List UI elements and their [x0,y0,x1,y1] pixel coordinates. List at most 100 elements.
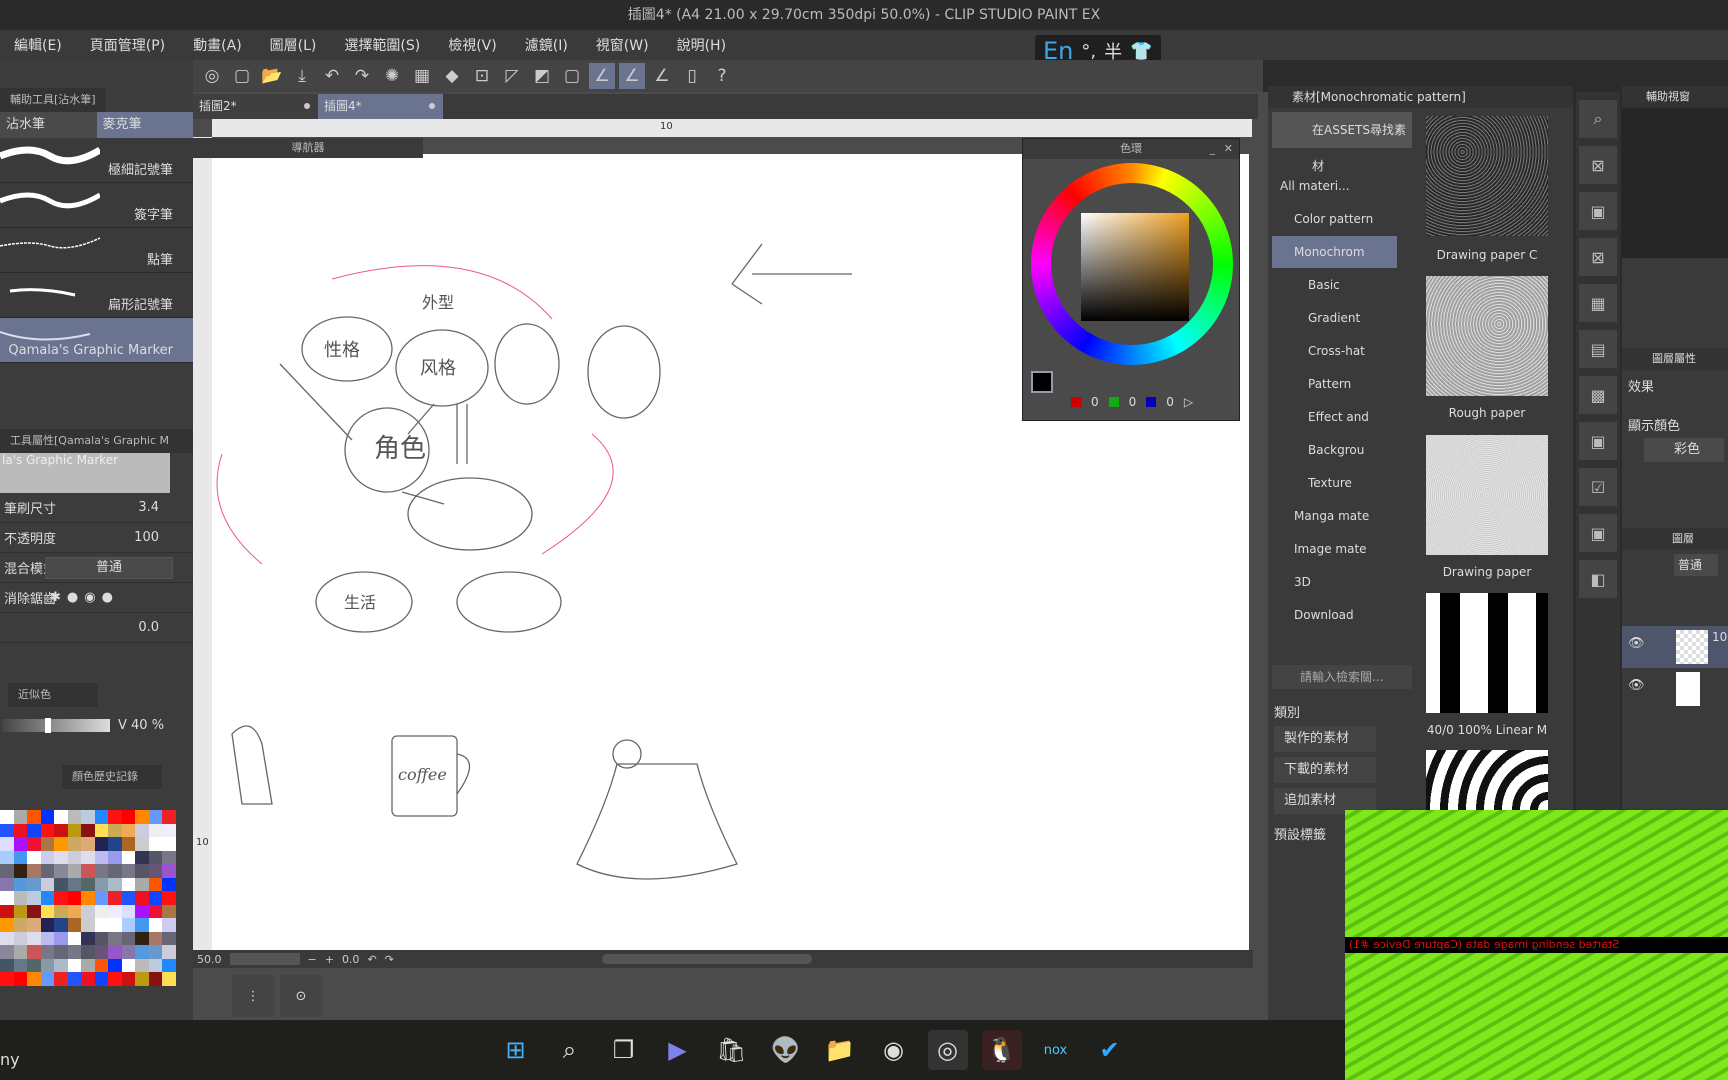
palette-swatch[interactable] [67,837,81,851]
find-assets-button[interactable]: 在ASSETS尋找素材 [1272,112,1412,173]
palette-swatch[interactable] [67,850,81,864]
snap2-icon[interactable]: ◩ [529,63,555,89]
palette-swatch[interactable] [27,810,41,824]
palette-swatch[interactable] [0,945,14,959]
special-ruler-snap-icon[interactable]: ∠ [619,63,645,89]
palette-swatch[interactable] [121,837,135,851]
search-icon[interactable]: ⌕ [1579,100,1617,138]
blend-mode-select[interactable]: 普通 [45,556,173,579]
palette-swatch[interactable] [13,850,27,864]
menu-window[interactable]: 視窗(W) [596,35,649,55]
open-icon[interactable]: 📂 [259,63,285,89]
palette-swatch[interactable] [81,904,95,918]
palette-swatch[interactable] [135,945,149,959]
material-tree-item[interactable]: Basic [1272,269,1397,301]
palette-swatch[interactable] [67,958,81,972]
material-tree-item[interactable]: Pattern [1272,368,1397,400]
palette-swatch[interactable] [0,958,14,972]
palette-swatch[interactable] [162,945,176,959]
loading-icon[interactable]: ✺ [379,63,405,89]
palette-swatch[interactable] [81,945,95,959]
material-tree-item[interactable]: Monochrom [1272,236,1397,268]
antialias-options[interactable]: ✱●◉● [50,590,119,605]
palette-swatch[interactable] [0,931,14,945]
palette-swatch[interactable] [67,810,81,824]
palette-swatch[interactable] [27,958,41,972]
menu-page[interactable]: 頁面管理(P) [90,35,165,55]
menu-selection[interactable]: 選擇範圍(S) [344,35,420,55]
rotate-right-icon[interactable]: ↷ [385,953,394,966]
palette-swatch[interactable] [13,810,27,824]
task-view-icon[interactable]: ❐ [604,1030,644,1070]
palette-swatch[interactable] [54,823,68,837]
palette-swatch[interactable] [148,823,162,837]
palette-swatch[interactable] [81,931,95,945]
qq-icon[interactable]: 🐧 [981,1030,1022,1070]
doc-tab[interactable]: 插圖2* [193,94,318,119]
layer-row[interactable]: 👁 [1622,668,1728,710]
antialias-prop[interactable]: 消除鋸齒 ✱●◉● [0,583,193,613]
palette-swatch[interactable] [148,810,162,824]
palette-swatch[interactable] [13,918,27,932]
palette-swatch[interactable] [148,904,162,918]
clip-studio-icon[interactable]: ◎ [927,1030,968,1070]
palette-swatch[interactable] [108,958,122,972]
windows-start-icon[interactable]: ⊞ [496,1030,536,1070]
display-color-select[interactable]: 彩色 [1644,438,1724,462]
menu-edit[interactable]: 編輯(E) [14,35,62,55]
material-thumb[interactable] [1426,593,1548,713]
palette-swatch[interactable] [40,864,54,878]
palette-swatch[interactable] [0,823,14,837]
brush-item[interactable]: 點筆 [0,228,193,273]
palette-swatch[interactable] [40,904,54,918]
search-icon[interactable]: ⌕ [550,1030,590,1070]
palette-swatch[interactable] [148,918,162,932]
palette-swatch[interactable] [81,864,95,878]
palette-swatch[interactable] [54,810,68,824]
brush-item-selected[interactable]: Qamala's Graphic Marker [0,318,193,363]
palette-swatch[interactable] [13,877,27,891]
zoom-value[interactable]: 50.0 [197,953,222,966]
eye-icon[interactable]: 👁 [1628,636,1645,651]
palette-swatch[interactable] [81,958,95,972]
palette-swatch[interactable] [135,918,149,932]
navigator-panel-header[interactable]: 導航器 [193,138,423,158]
teams-icon[interactable]: ▶ [658,1030,698,1070]
material-icon[interactable]: ▣ [1579,514,1617,552]
palette-swatch[interactable] [81,850,95,864]
material-icon[interactable]: ☑ [1579,468,1617,506]
material-tree-item[interactable]: Gradient [1272,302,1397,334]
palette-swatch[interactable] [81,891,95,905]
stabilization-prop[interactable]: 0.0 [0,613,193,643]
palette-swatch[interactable] [54,958,68,972]
palette-swatch[interactable] [108,837,122,851]
palette-swatch[interactable] [108,877,122,891]
menu-view[interactable]: 檢視(V) [448,35,497,55]
palette-swatch[interactable] [27,931,41,945]
palette-swatch[interactable] [81,972,95,986]
palette-swatch[interactable] [121,877,135,891]
material-tree-item[interactable]: Cross-hat [1272,335,1397,367]
palette-swatch[interactable] [121,972,135,986]
palette-swatch[interactable] [121,891,135,905]
palette-swatch[interactable] [94,891,108,905]
palette-swatch[interactable] [67,877,81,891]
value-slider[interactable] [2,717,110,733]
palette-swatch[interactable] [121,918,135,932]
palette-swatch[interactable] [67,823,81,837]
palette-swatch[interactable] [54,972,68,986]
color-set-palette[interactable] [0,810,176,1000]
palette-swatch[interactable] [0,810,14,824]
material-tree-item[interactable]: Color pattern [1272,203,1397,235]
palette-swatch[interactable] [148,837,162,851]
tab-color-history[interactable]: 顏色歷史記錄 [62,765,162,789]
palette-swatch[interactable] [162,877,176,891]
material-icon[interactable]: ▣ [1579,422,1617,460]
palette-swatch[interactable] [0,918,14,932]
palette-swatch[interactable] [135,823,149,837]
brush-item[interactable]: 極細記號筆 [0,138,193,183]
fill-icon[interactable]: ◆ [439,63,465,89]
palette-swatch[interactable] [0,891,14,905]
palette-swatch[interactable] [13,904,27,918]
palette-swatch[interactable] [94,904,108,918]
